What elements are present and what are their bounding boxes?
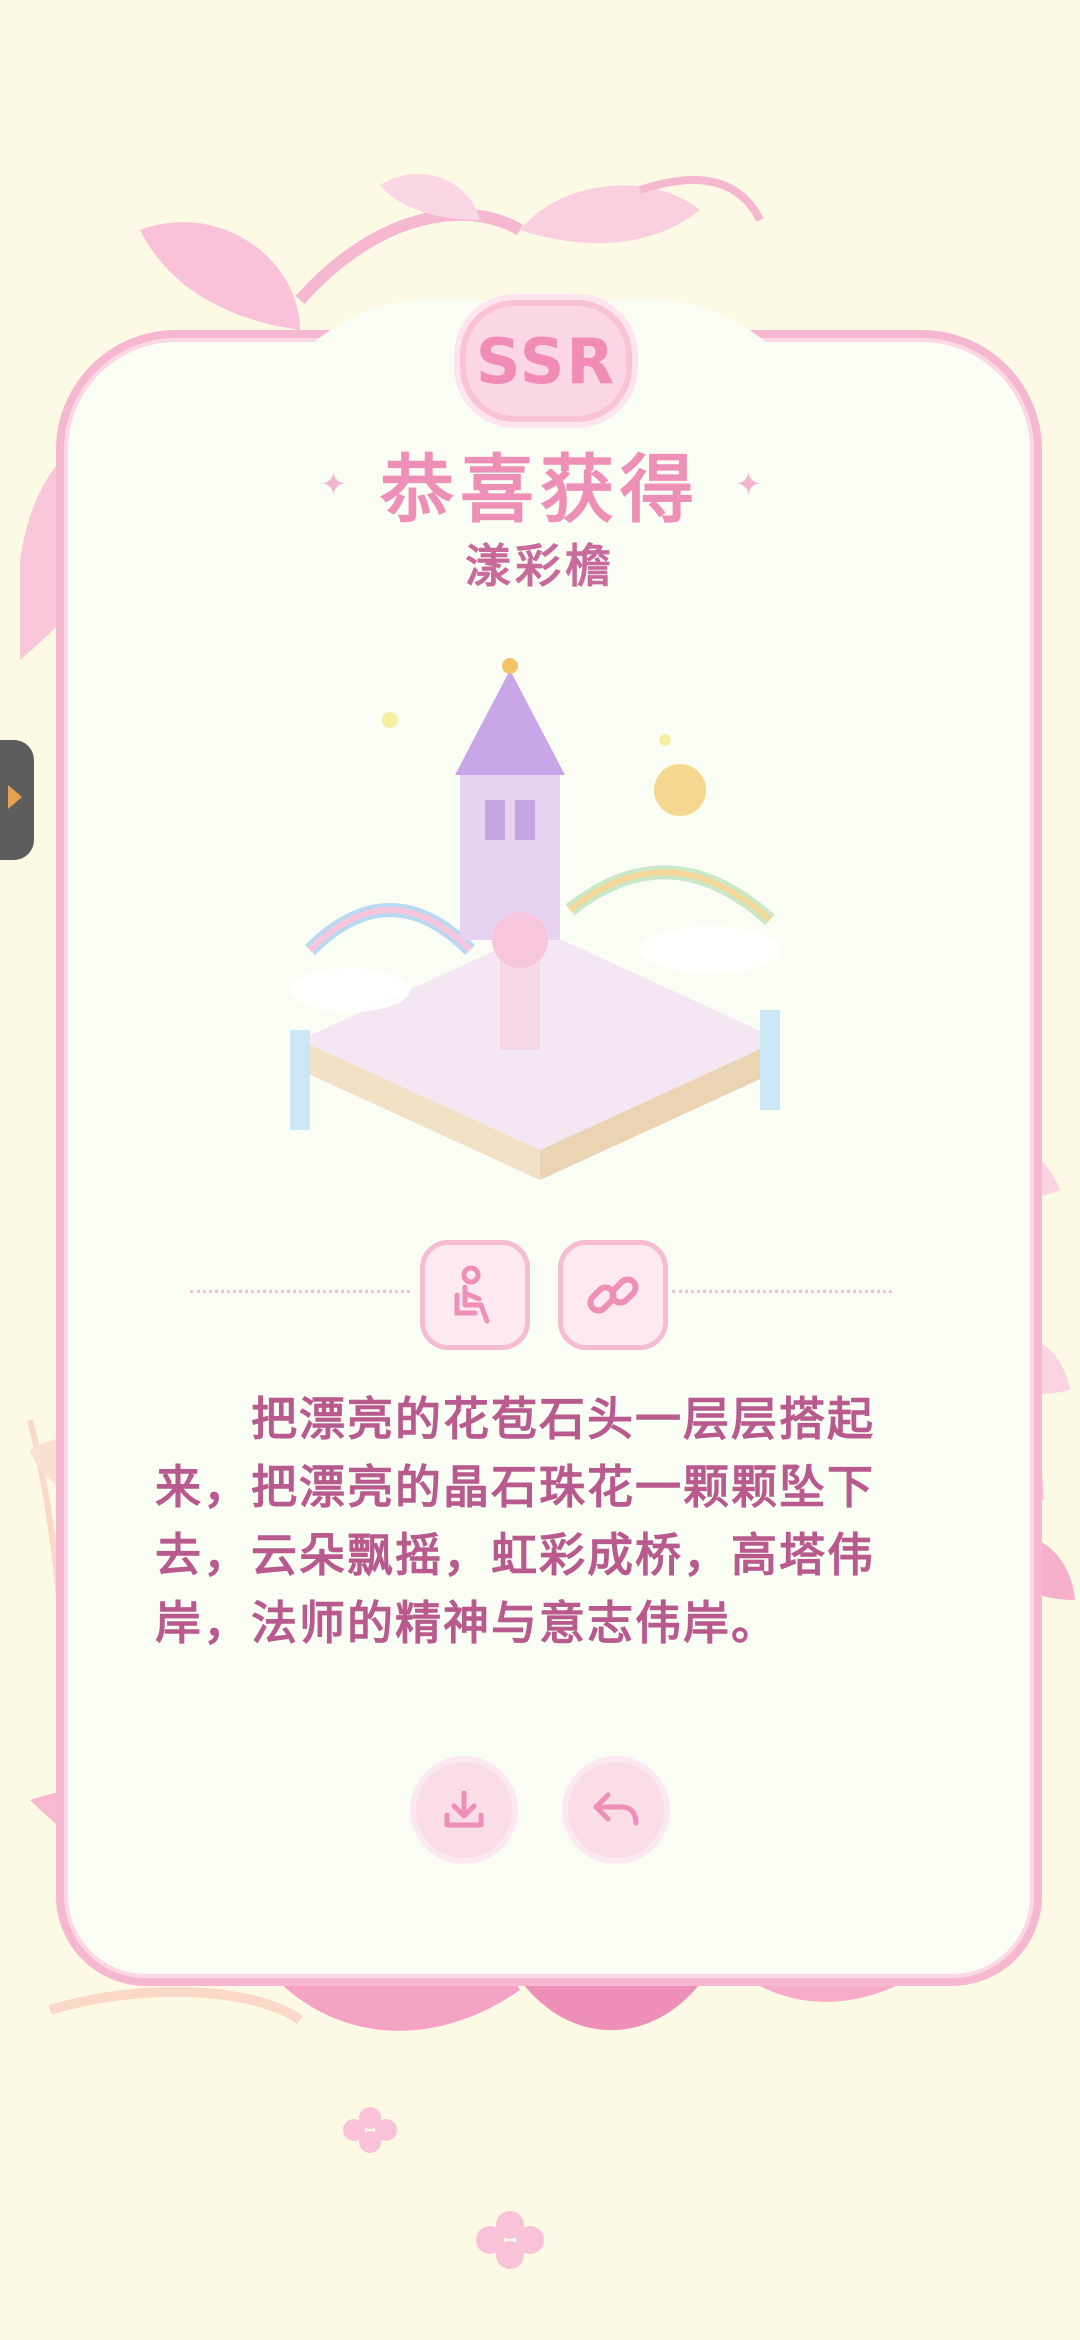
item-description: 把漂亮的花苞石头一层层搭起来，把漂亮的晶石珠花一颗颗坠下去，云朵飘摇，虹彩成桥，… [155,1392,875,1650]
page-title: 恭喜获得 [380,447,700,533]
divider-left [190,1290,410,1293]
divider-right [672,1290,892,1293]
rarity-badge: SSR [460,300,632,422]
castle-illustration [290,658,780,1180]
return-icon [593,1792,639,1826]
pose-button[interactable] [420,1240,530,1350]
link-button[interactable] [558,1240,668,1350]
download-button[interactable] [416,1762,512,1858]
return-button[interactable] [568,1762,664,1858]
side-drawer-handle[interactable] [0,740,34,860]
arrow-right-icon [8,785,22,809]
item-name: 漾彩檐 [465,539,615,593]
download-icon [444,1790,484,1828]
link-icon [587,1276,639,1314]
sitting-person-icon [454,1265,490,1324]
